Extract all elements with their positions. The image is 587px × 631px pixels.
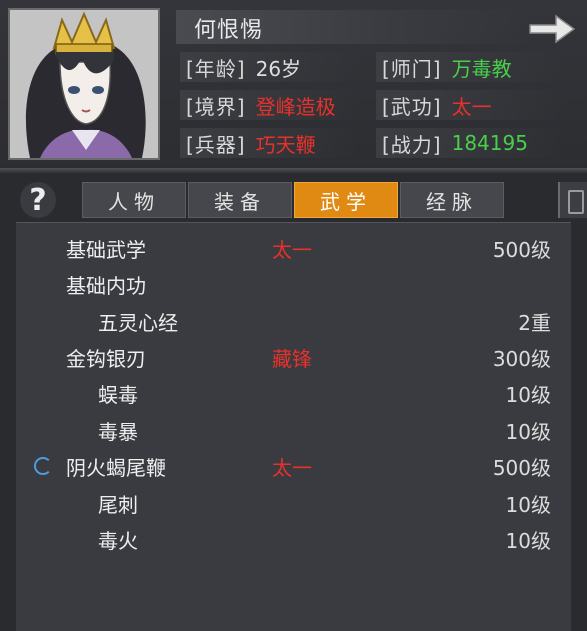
- skill-row[interactable]: 尾刺 10级: [16, 484, 571, 520]
- school-field: [师门] 万毒教: [382, 51, 512, 83]
- skill-level: 10级: [505, 420, 551, 444]
- header-divider: [0, 168, 587, 174]
- martial-value: 太一: [451, 94, 492, 119]
- school-label: [师门]: [382, 56, 442, 81]
- skill-level: 500级: [492, 456, 551, 480]
- skill-row[interactable]: 基础内功: [16, 265, 571, 301]
- weapon-label: [兵器]: [186, 132, 246, 157]
- skill-level: 2重: [518, 311, 551, 335]
- skill-row[interactable]: 基础武学 太一 500级: [16, 229, 571, 265]
- arrow-right-icon[interactable]: [528, 12, 576, 46]
- weapon-value: 巧天鞭: [255, 132, 316, 157]
- realm-label: [境界]: [186, 94, 246, 119]
- side-panel-icon[interactable]: [558, 182, 587, 218]
- skill-list: 基础武学 太一 500级 基础内功 五灵心经 2重 金钩银刃 藏锋 300级 蜈…: [16, 222, 571, 631]
- skill-name: 基础内功: [66, 274, 146, 298]
- skill-level: 300级: [492, 347, 551, 371]
- skill-row[interactable]: 金钩银刃 藏锋 300级: [16, 338, 571, 374]
- age-field: [年龄] 26岁: [186, 51, 301, 83]
- weapon-field: [兵器] 巧天鞭: [186, 127, 316, 159]
- skill-row[interactable]: 阴火蝎尾鞭 太一 500级: [16, 447, 571, 483]
- school-value: 万毒教: [451, 56, 512, 81]
- skill-row[interactable]: 蜈毒 10级: [16, 374, 571, 410]
- tab-bar: 人物 装备 武学 经脉: [82, 182, 506, 220]
- skill-row[interactable]: 五灵心经 2重: [16, 302, 571, 338]
- realm-value: 登峰造极: [255, 94, 336, 119]
- skill-name: 五灵心经: [98, 311, 178, 335]
- skill-name: 毒火: [98, 529, 138, 553]
- skill-name: 蜈毒: [98, 383, 138, 407]
- skill-row[interactable]: 毒暴 10级: [16, 411, 571, 447]
- age-label: [年龄]: [186, 56, 246, 81]
- skill-name: 金钩银刃: [66, 347, 146, 371]
- skill-tier: 太一: [272, 456, 312, 480]
- martial-label: [武功]: [382, 94, 442, 119]
- skill-level: 10级: [505, 529, 551, 553]
- tab-martial-arts[interactable]: 武学: [294, 182, 398, 218]
- martial-field: [武功] 太一: [382, 89, 492, 121]
- portrait-art: [10, 10, 158, 158]
- skill-level: 500级: [492, 238, 551, 262]
- age-value: 26岁: [255, 56, 302, 81]
- skill-tier: 太一: [272, 238, 312, 262]
- skill-name: 阴火蝎尾鞭: [66, 456, 166, 480]
- tab-meridians[interactable]: 经脉: [400, 182, 504, 218]
- help-button[interactable]: ?: [20, 182, 56, 218]
- power-field: [战力] 184195: [382, 127, 528, 159]
- skill-name: 尾刺: [98, 493, 138, 517]
- tab-character[interactable]: 人物: [82, 182, 186, 218]
- skill-name: 毒暴: [98, 420, 138, 444]
- skill-level: 10级: [505, 493, 551, 517]
- character-name: 何恨惕: [194, 18, 264, 43]
- skill-name: 基础武学: [66, 238, 146, 262]
- loading-spinner-icon: [34, 457, 52, 475]
- skill-tier: 藏锋: [272, 347, 312, 371]
- character-portrait: [8, 8, 160, 160]
- tab-equipment[interactable]: 装备: [188, 182, 292, 218]
- skill-level: 10级: [505, 383, 551, 407]
- power-value: 184195: [451, 131, 528, 155]
- realm-field: [境界] 登峰造极: [186, 89, 336, 121]
- skill-row[interactable]: 毒火 10级: [16, 520, 571, 556]
- power-label: [战力]: [382, 132, 442, 157]
